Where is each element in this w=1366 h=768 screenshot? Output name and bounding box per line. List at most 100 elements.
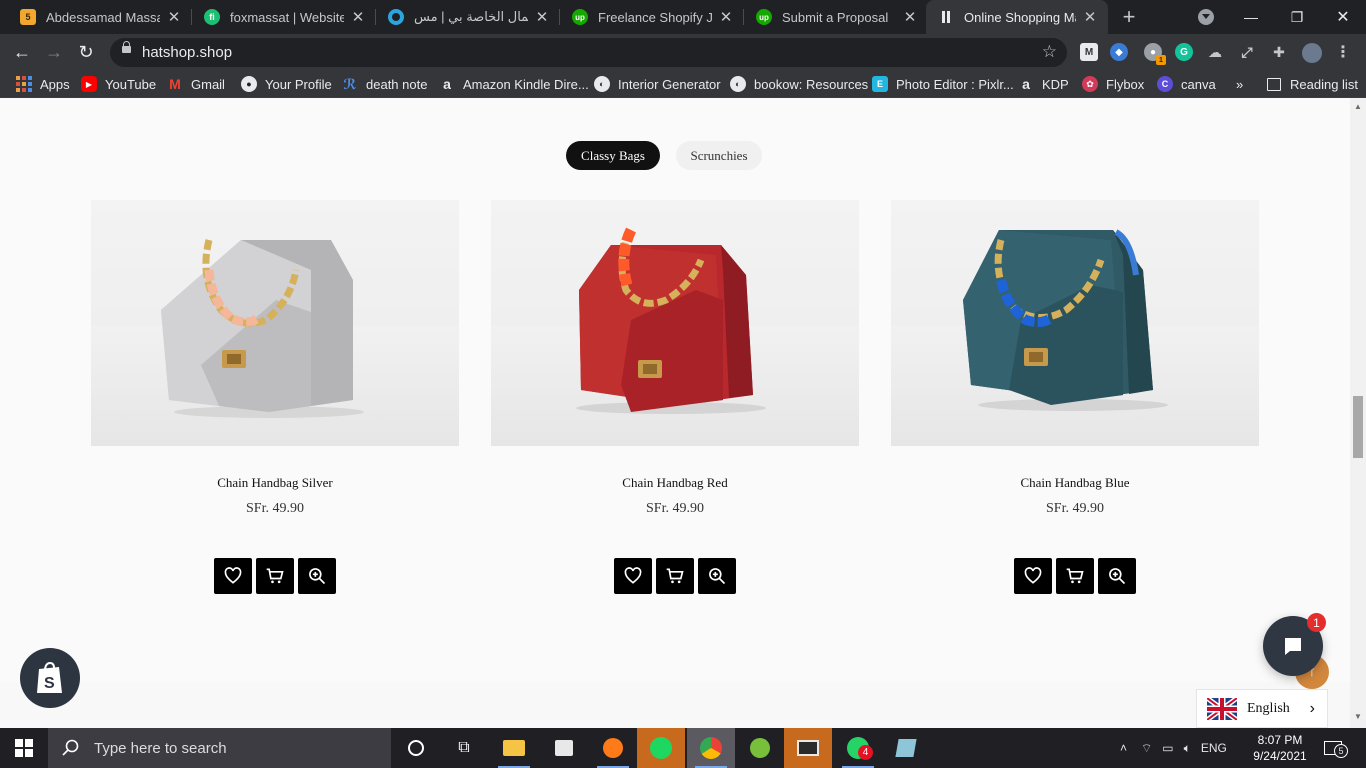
more-menu-icon[interactable]: ⋮ <box>1334 43 1352 61</box>
restore-button[interactable]: ❐ <box>1274 0 1320 34</box>
bookmark-death-note[interactable]: ℛ death note <box>342 75 427 93</box>
extension-globe-icon[interactable]: ◆ <box>1110 43 1128 61</box>
extension-cloud-icon[interactable]: ☁ <box>1206 43 1224 61</box>
product-name[interactable]: Chain Handbag Red <box>491 475 859 491</box>
scroll-up-arrow-icon[interactable]: ▲ <box>1354 102 1362 111</box>
wishlist-button[interactable] <box>214 558 252 594</box>
tab-title: Freelance Shopify Jobs <box>598 9 712 25</box>
bookmark-flybox[interactable]: ✿ Flybox <box>1082 75 1144 93</box>
quick-view-button[interactable] <box>1098 558 1136 594</box>
tab-title: Online Shopping Mad <box>964 9 1076 25</box>
quick-view-button[interactable] <box>298 558 336 594</box>
tab-search-icon[interactable] <box>1198 9 1214 25</box>
task-view-icon[interactable]: ⧉ <box>440 728 488 768</box>
shopify-button[interactable]: S <box>20 648 80 708</box>
bookmark-star-icon[interactable]: ☆ <box>1042 42 1057 62</box>
notification-center[interactable]: 5 <box>1324 728 1348 768</box>
reload-icon[interactable]: ↻ <box>72 38 100 66</box>
close-icon[interactable]: ✕ <box>1082 8 1098 26</box>
clock[interactable]: 8:07 PM 9/24/2021 <box>1252 732 1308 764</box>
close-icon[interactable]: ✕ <box>718 8 734 26</box>
close-icon[interactable]: ✕ <box>902 8 918 26</box>
upwork-icon: up <box>756 9 772 25</box>
bookmark-youtube[interactable]: ▶ YouTube <box>81 75 156 93</box>
battery-icon[interactable]: ▭ <box>1162 741 1173 755</box>
filter-scrunchies[interactable]: Scrunchies <box>676 141 762 170</box>
input-language[interactable]: ENG <box>1201 741 1227 755</box>
start-button[interactable] <box>0 728 48 768</box>
language-selector[interactable]: English › <box>1196 689 1328 728</box>
wifi-icon[interactable]: ⌔ <box>1141 741 1152 756</box>
store-icon[interactable] <box>540 728 588 768</box>
app-icon[interactable] <box>882 728 930 768</box>
bookmarks-overflow[interactable]: » <box>1236 75 1243 93</box>
address-bar[interactable]: hatshop.shop ☆ <box>110 38 1067 67</box>
scrollbar-thumb[interactable] <box>1353 396 1363 458</box>
tab-freelance-jobs[interactable]: up Freelance Shopify Jobs ✕ <box>560 0 744 34</box>
bookmark-interior-generator[interactable]: ◐ Interior Generator <box>594 75 721 93</box>
tab-online-shopping[interactable]: Online Shopping Mad ✕ <box>926 0 1108 34</box>
close-icon[interactable]: ✕ <box>350 8 366 26</box>
page-scrollbar[interactable]: ▲ ▼ <box>1350 98 1366 728</box>
reading-list[interactable]: Reading list <box>1267 75 1358 93</box>
lock-icon[interactable] <box>122 41 131 53</box>
close-icon[interactable]: ✕ <box>534 8 550 26</box>
grammarly-icon[interactable]: G <box>1175 43 1193 61</box>
close-icon[interactable]: ✕ <box>166 8 182 26</box>
cart-icon <box>266 568 284 584</box>
forward-arrow-icon[interactable]: → <box>40 38 68 66</box>
product-name[interactable]: Chain Handbag Silver <box>91 475 459 491</box>
url-text[interactable]: hatshop.shop <box>142 44 232 61</box>
quick-view-button[interactable] <box>698 558 736 594</box>
product-image[interactable] <box>891 200 1259 446</box>
cortana-icon[interactable] <box>392 728 440 768</box>
utorrent-icon[interactable] <box>736 728 784 768</box>
shopify-bag-icon: S <box>37 661 62 693</box>
tab-foxmassat[interactable]: fi foxmassat | Website C ✕ <box>192 0 376 34</box>
amazon-icon: a <box>443 76 451 92</box>
wishlist-button[interactable] <box>614 558 652 594</box>
screen: 5 Abdessamad Massat - ✕ fi foxmassat | W… <box>0 0 1366 768</box>
taskbar-search[interactable]: Type here to search <box>48 728 391 768</box>
window-close-button[interactable]: ✕ <box>1320 0 1366 34</box>
spotify-icon[interactable] <box>637 728 685 768</box>
fullscreen-icon[interactable]: ⤢ <box>1238 43 1256 61</box>
tab-mostaql[interactable]: الأعمال الخاصة بي | مس ✕ <box>376 0 560 34</box>
wishlist-button[interactable] <box>1014 558 1052 594</box>
whatsapp-icon[interactable]: 4 <box>834 728 882 768</box>
file-explorer-icon[interactable] <box>490 728 538 768</box>
extension-account-icon[interactable]: ● 1 <box>1144 43 1166 65</box>
add-to-cart-button[interactable] <box>256 558 294 594</box>
new-tab-button[interactable]: + <box>1117 4 1141 30</box>
bookmark-gmail[interactable]: M Gmail <box>167 75 225 93</box>
bookmark-amazon-kindle[interactable]: a Amazon Kindle Dire... <box>439 75 589 93</box>
product-actions <box>491 558 859 594</box>
chrome-icon[interactable] <box>687 728 735 768</box>
product-image[interactable] <box>91 200 459 446</box>
scroll-down-arrow-icon[interactable]: ▼ <box>1354 712 1362 721</box>
tab-abdessamad[interactable]: 5 Abdessamad Massat - ✕ <box>8 0 192 34</box>
minimize-button[interactable]: — <box>1228 0 1274 34</box>
bookmark-canva[interactable]: C canva <box>1157 75 1216 93</box>
bookmark-pixlr[interactable]: E Photo Editor : Pixlr... <box>872 75 1014 93</box>
svg-text:S: S <box>44 675 55 692</box>
filter-classy-bags[interactable]: Classy Bags <box>566 141 660 170</box>
product-name[interactable]: Chain Handbag Blue <box>891 475 1259 491</box>
screen-recorder-icon[interactable] <box>784 728 832 768</box>
product-image[interactable] <box>491 200 859 446</box>
back-arrow-icon[interactable]: ← <box>8 38 36 66</box>
bookmark-apps[interactable]: Apps <box>16 75 70 93</box>
bookmark-kdp[interactable]: a KDP <box>1018 75 1069 93</box>
profile-avatar[interactable] <box>1302 43 1322 63</box>
bookmark-your-profile[interactable]: ● Your Profile <box>241 75 332 93</box>
firefox-icon[interactable] <box>589 728 637 768</box>
chevron-up-icon[interactable]: ˄ <box>1120 741 1127 755</box>
add-to-cart-button[interactable] <box>656 558 694 594</box>
extension-m-icon[interactable]: M <box>1080 43 1098 61</box>
add-to-cart-button[interactable] <box>1056 558 1094 594</box>
globe-icon: ◐ <box>594 76 610 92</box>
bookmark-bookow[interactable]: ◐ bookow: Resources <box>730 75 868 93</box>
volume-icon[interactable]: 🔈︎ <box>1184 741 1191 756</box>
extensions-puzzle-icon[interactable]: ✚ <box>1270 43 1288 61</box>
tab-submit-proposal[interactable]: up Submit a Proposal ✕ <box>744 0 928 34</box>
